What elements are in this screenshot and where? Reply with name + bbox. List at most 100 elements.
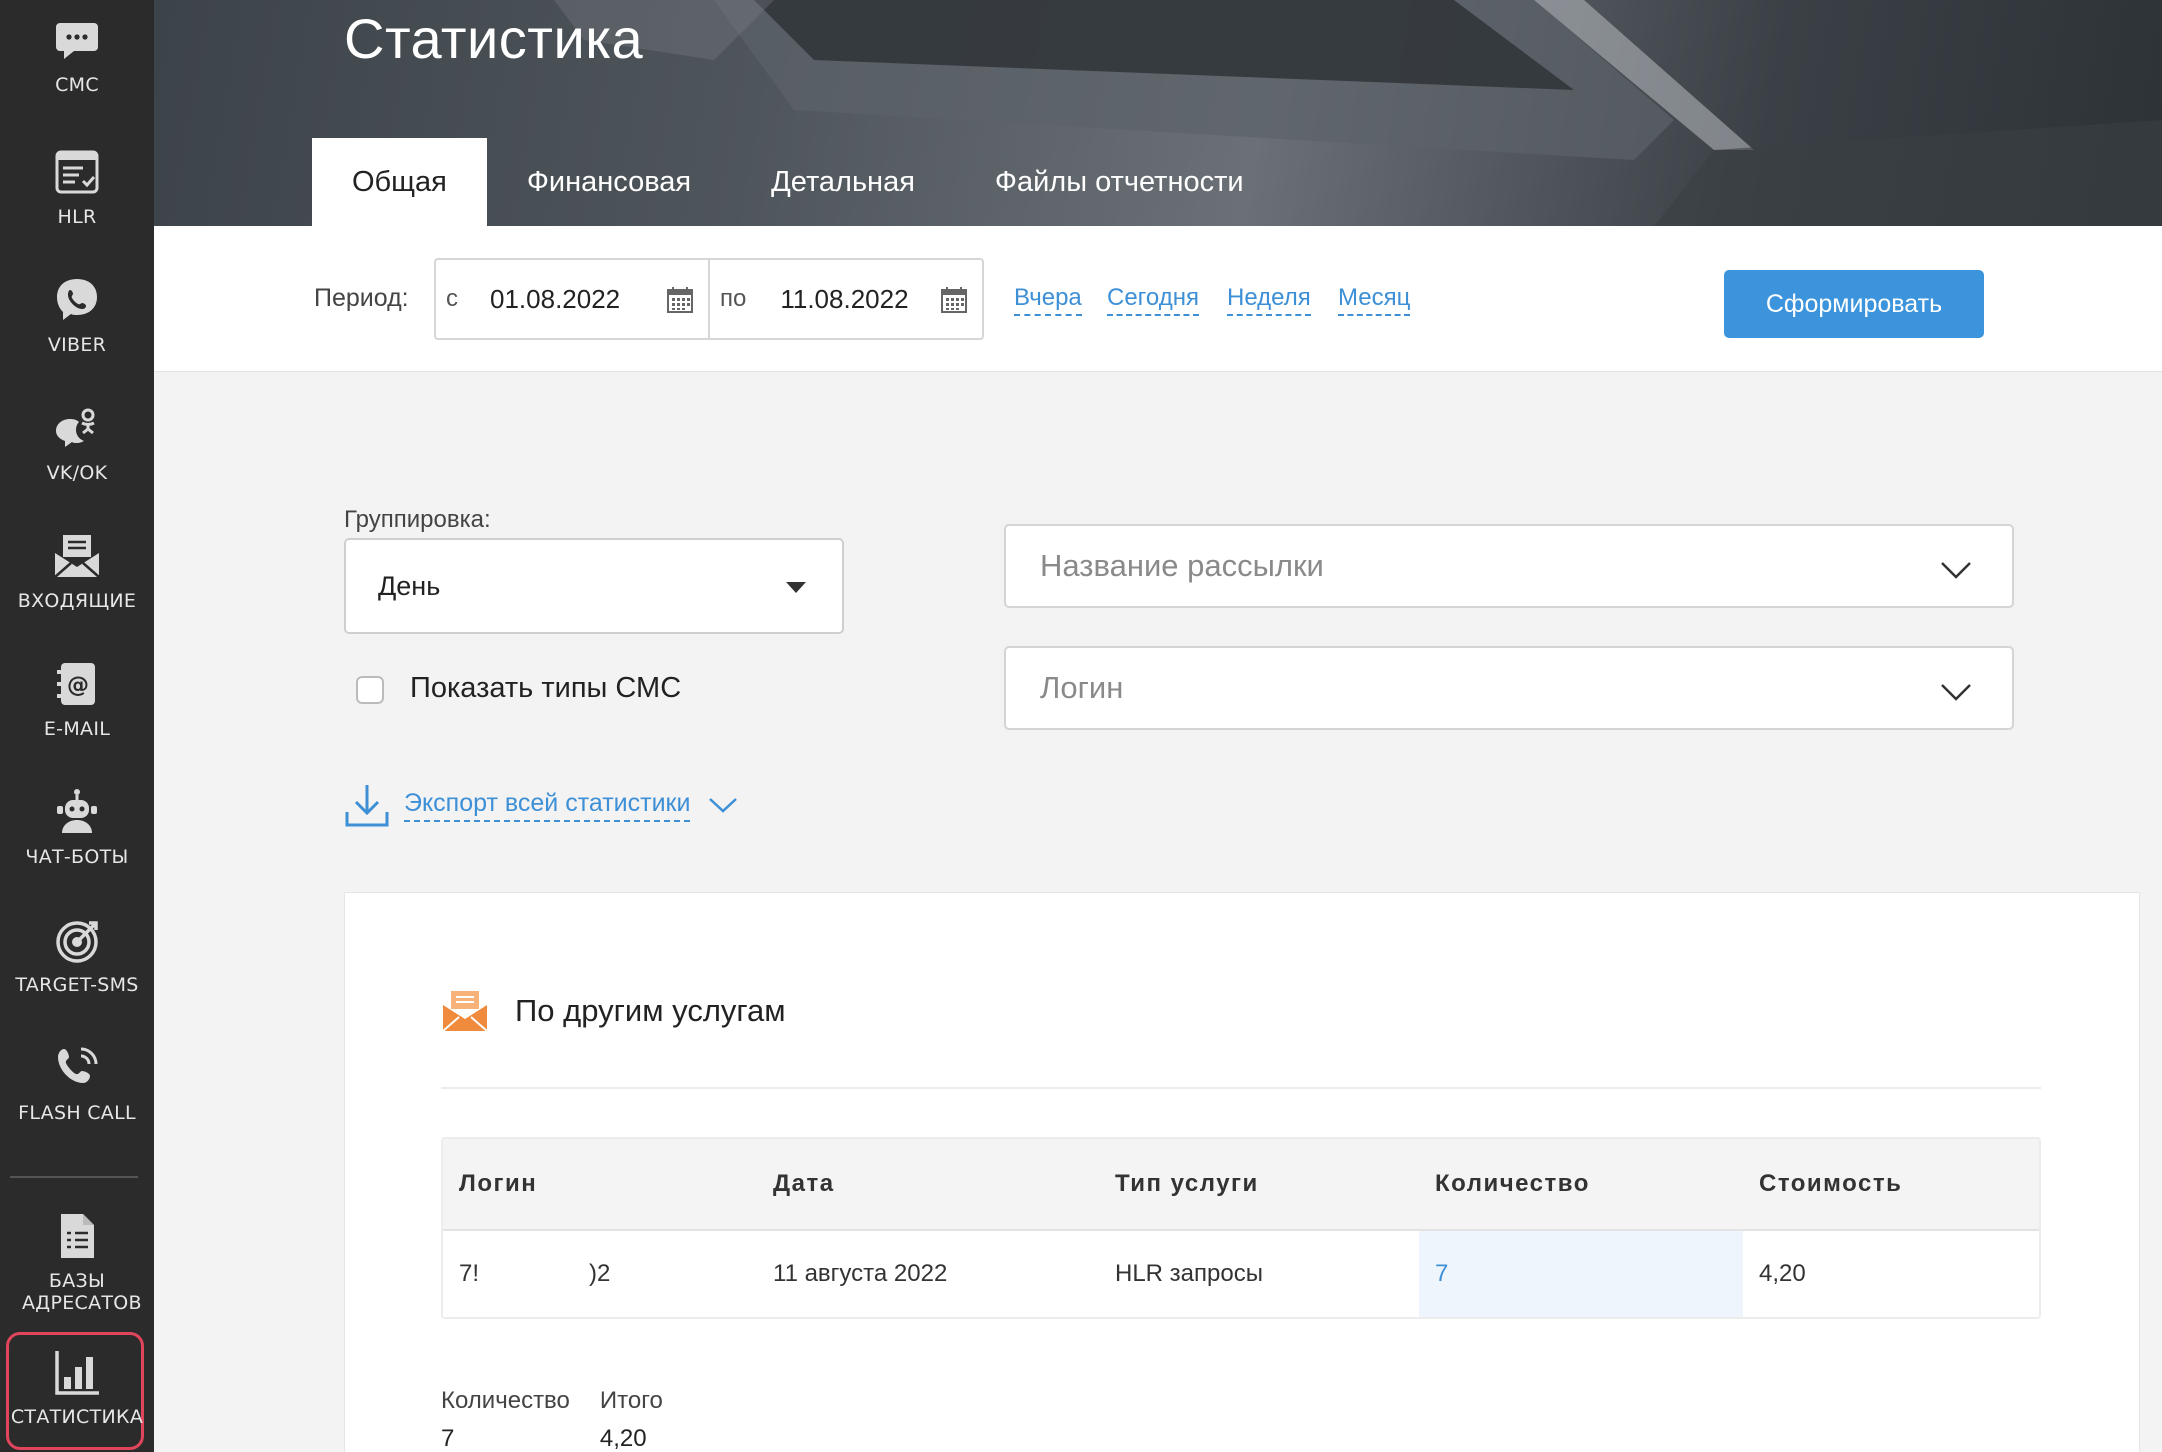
quick-range-month[interactable]: Месяц (1338, 284, 1411, 316)
sidebar-item-chatbots[interactable]: ЧАТ-БОТЫ (0, 786, 154, 868)
export-all-stats[interactable]: Экспорт всей статистики (344, 782, 738, 828)
sidebar-item-sms[interactable]: СМС (0, 14, 154, 96)
date-range-picker: с 01.08.2022 по 11.08.2022 (434, 258, 984, 340)
date-from-prefix: с (446, 285, 458, 312)
sidebar-item-email[interactable]: @ E-MAIL (0, 658, 154, 740)
inbox-envelope-icon (51, 530, 103, 582)
quick-range-today[interactable]: Сегодня (1107, 284, 1199, 316)
period-label: Период: (314, 284, 409, 312)
total-count-label: Количество (441, 1387, 570, 1414)
cell-cost: 4,20 (1759, 1260, 1806, 1287)
column-header-service-type[interactable]: Тип услуги (1099, 1139, 1419, 1229)
chatbot-icon (51, 786, 103, 838)
total-sum: Итого 4,20 (600, 1387, 663, 1452)
sidebar: СМС HLR VIBER VK/OK ВХОДЯЩИЕ @ E-MAIL ЧА… (0, 0, 154, 1452)
bar-chart-icon (51, 1346, 103, 1398)
sidebar-item-label: TARGET-SMS (15, 974, 139, 996)
document-list-icon (51, 1210, 103, 1262)
show-sms-types-label: Показать типы СМС (410, 672, 682, 704)
tab-financial[interactable]: Финансовая (487, 138, 731, 226)
cell-login: 7!)2 (459, 1260, 611, 1287)
svg-text:@: @ (67, 673, 89, 698)
column-header-count[interactable]: Количество (1419, 1139, 1743, 1229)
sidebar-item-label: СМС (55, 74, 99, 96)
grouping-label: Группировка: (344, 506, 491, 533)
other-services-panel: По другим услугам Логин Дата Тип услуги … (344, 892, 2140, 1452)
date-from-field[interactable]: с 01.08.2022 (436, 260, 710, 338)
viber-icon (51, 274, 103, 326)
services-table: Логин Дата Тип услуги Количество Стоимос… (441, 1137, 2041, 1319)
login-dropdown[interactable]: Логин (1004, 646, 2014, 730)
login-placeholder: Логин (1040, 670, 1124, 705)
sidebar-item-label: СТАТИСТИКА (10, 1406, 144, 1428)
caret-down-icon (786, 582, 806, 593)
sms-chat-icon (51, 14, 103, 66)
sidebar-item-label: БАЗЫ АДРЕСАТОВ (22, 1270, 142, 1314)
cell-date: 11 августа 2022 (773, 1260, 948, 1287)
sidebar-item-hlr[interactable]: HLR (0, 146, 154, 228)
show-sms-types-checkbox[interactable] (356, 676, 384, 704)
sidebar-item-statistics[interactable]: СТАТИСТИКА (0, 1346, 154, 1428)
total-sum-label: Итого (599, 1387, 663, 1414)
grouping-select[interactable]: День (344, 538, 844, 634)
sidebar-item-target-sms[interactable]: TARGET-SMS (0, 914, 154, 996)
sidebar-item-inbox[interactable]: ВХОДЯЩИЕ (0, 530, 154, 612)
sidebar-item-label: VK/OK (46, 462, 108, 484)
email-book-icon: @ (51, 658, 103, 710)
sidebar-item-label: VIBER (47, 334, 107, 356)
total-sum-value: 4,20 (599, 1425, 647, 1452)
chevron-down-icon (1941, 562, 1971, 579)
sidebar-item-label: ВХОДЯЩИЕ (17, 590, 137, 612)
total-count: Количество 7 (441, 1387, 570, 1452)
sidebar-divider (10, 1176, 138, 1178)
vk-ok-icon (51, 402, 103, 454)
grouping-select-value: День (378, 570, 441, 601)
quick-range-week[interactable]: Неделя (1227, 284, 1311, 316)
date-to-field[interactable]: по 11.08.2022 (710, 260, 982, 338)
cell-count-link[interactable]: 7 (1419, 1231, 1743, 1317)
date-to-value: 11.08.2022 (780, 283, 909, 314)
sidebar-item-flash-call[interactable]: FLASH CALL (0, 1042, 154, 1124)
sidebar-item-vk-ok[interactable]: VK/OK (0, 402, 154, 484)
sidebar-item-address-bases[interactable]: БАЗЫ АДРЕСАТОВ (0, 1210, 154, 1314)
tab-report-files[interactable]: Файлы отчетности (955, 138, 1284, 226)
calendar-icon[interactable] (666, 286, 694, 314)
calendar-icon[interactable] (940, 286, 968, 314)
sidebar-item-viber[interactable]: VIBER (0, 274, 154, 356)
tab-bar: Общая Финансовая Детальная Файлы отчетно… (312, 138, 1284, 226)
panel-title: По другим услугам (515, 993, 786, 1028)
tab-general[interactable]: Общая (312, 138, 487, 226)
page-header: Статистика Общая Финансовая Детальная Фа… (154, 0, 2162, 226)
sidebar-item-label: FLASH CALL (18, 1102, 136, 1124)
tab-detailed[interactable]: Детальная (731, 138, 955, 226)
target-icon (51, 914, 103, 966)
date-from-value: 01.08.2022 (490, 283, 621, 314)
hlr-list-icon (51, 146, 103, 198)
generate-report-button[interactable]: Сформировать (1724, 270, 1984, 338)
phone-call-icon (51, 1042, 103, 1094)
chevron-down-icon (1941, 684, 1971, 701)
campaign-name-placeholder: Название рассылки (1040, 548, 1324, 583)
panel-header: По другим услугам (441, 989, 786, 1033)
table-row: 7!)2 11 августа 2022 HLR запросы 7 4,20 (443, 1231, 2039, 1317)
redaction-mask (479, 1261, 590, 1287)
period-bar: Период: с 01.08.2022 по 11.08.2022 Вчера… (154, 226, 2162, 372)
sidebar-item-label: E-MAIL (43, 718, 111, 740)
campaign-name-dropdown[interactable]: Название рассылки (1004, 524, 2014, 608)
quick-range-yesterday[interactable]: Вчера (1014, 284, 1082, 316)
totals: Количество 7 Итого 4,20 (441, 1387, 663, 1452)
cell-service-type: HLR запросы (1115, 1260, 1263, 1287)
page-title: Статистика (344, 7, 644, 70)
sidebar-item-label: ЧАТ-БОТЫ (25, 846, 129, 868)
table-header: Логин Дата Тип услуги Количество Стоимос… (443, 1139, 2039, 1231)
column-header-cost[interactable]: Стоимость (1743, 1139, 2039, 1229)
sidebar-item-label: HLR (57, 206, 97, 228)
envelope-icon (442, 991, 488, 1032)
chevron-down-icon[interactable] (708, 795, 738, 815)
column-header-date[interactable]: Дата (757, 1139, 1099, 1229)
date-to-prefix: по (720, 285, 747, 312)
total-count-value: 7 (441, 1425, 455, 1452)
download-icon (345, 785, 389, 827)
divider (441, 1087, 2041, 1089)
column-header-login[interactable]: Логин (443, 1139, 757, 1229)
